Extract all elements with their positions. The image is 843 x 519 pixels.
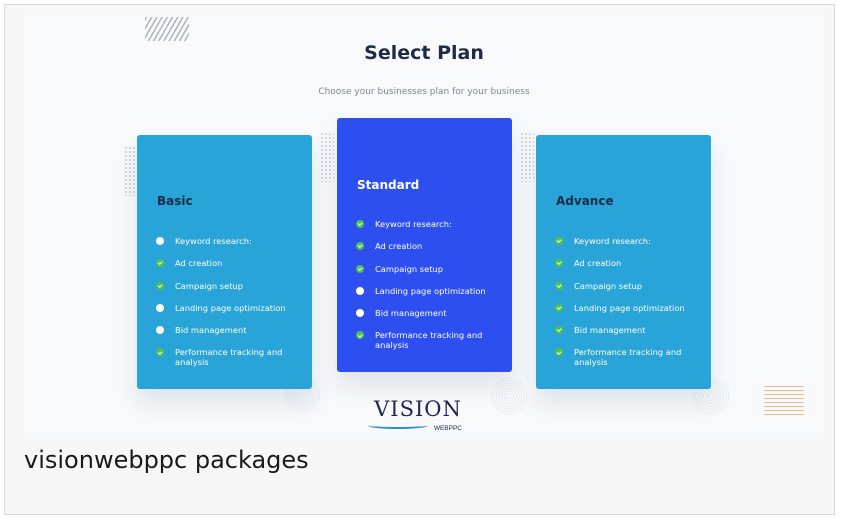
feature-item: Landing page optimization [356, 286, 502, 308]
feature-label: Performance tracking and analysis [375, 330, 483, 351]
dot-grid-decoration [124, 146, 138, 196]
feature-label: Ad creation [175, 258, 223, 269]
feature-item: Campaign setup [356, 264, 502, 286]
feature-label: Keyword research: [574, 236, 651, 246]
vision-logo: VISION WEBPPC [366, 396, 470, 436]
feature-item: Ad creation [555, 258, 701, 280]
check-icon [156, 281, 164, 290]
image-caption: visionwebppc packages [24, 446, 309, 474]
feature-item: Ad creation [156, 258, 302, 280]
feature-item: Campaign setup [156, 281, 302, 303]
plan-name: Advance [556, 194, 614, 208]
plans-banner-image: Select Plan Choose your businesses plan … [24, 14, 824, 438]
plan-card-basic: Basic Keyword research: Ad creation Campai… [137, 135, 312, 389]
feature-label: Landing page optimization [175, 302, 286, 313]
plan-card-advance: Advance Keyword research: Ad creation Camp… [536, 135, 711, 389]
check-icon [356, 220, 364, 228]
check-icon [156, 259, 164, 268]
feature-label: Landing page optimization [574, 302, 685, 313]
feature-item: Performance tracking and analysis [555, 347, 701, 369]
feature-item: Keyword research: [356, 219, 502, 241]
feature-label: Bid management [574, 325, 646, 336]
dot-icon [156, 237, 164, 245]
feature-item: Ad creation [356, 241, 502, 263]
check-icon [156, 348, 164, 357]
feature-item: Keyword research: [555, 236, 701, 258]
feature-label: Keyword research: [375, 219, 452, 229]
feature-item: Bid management [555, 325, 701, 347]
dot-icon [356, 309, 364, 318]
feature-label: Performance tracking and analysis [574, 347, 682, 368]
dot-icon [156, 326, 164, 335]
feature-item: Landing page optimization [555, 303, 701, 325]
dot-grid-decoration [520, 132, 534, 182]
wave-decoration [764, 383, 804, 417]
feature-label: Bid management [375, 308, 447, 319]
check-icon [356, 331, 364, 340]
feature-item: Bid management [356, 308, 502, 330]
page-title: Select Plan [364, 42, 484, 64]
feature-item: Keyword research: [156, 236, 302, 258]
check-icon [555, 303, 563, 312]
plan-name: Basic [157, 194, 193, 208]
check-icon [555, 259, 563, 268]
dot-grid-decoration [320, 132, 334, 182]
feature-list: Keyword research: Ad creation Campaign set… [356, 219, 502, 353]
check-icon [356, 264, 364, 273]
feature-label: Campaign setup [375, 263, 443, 274]
check-icon [555, 348, 563, 357]
logo-swoosh [368, 422, 428, 429]
feature-item: Performance tracking and analysis [356, 330, 502, 352]
feature-label: Campaign setup [175, 280, 243, 291]
feature-label: Campaign setup [574, 280, 642, 291]
feature-label: Bid management [175, 325, 247, 336]
ring-decoration [489, 376, 529, 416]
plan-name: Standard [357, 178, 420, 192]
hatch-decoration [145, 17, 189, 41]
feature-label: Landing page optimization [375, 285, 486, 296]
check-icon [555, 326, 563, 335]
logo-wordmark: VISION [374, 397, 462, 421]
feature-label: Ad creation [375, 241, 423, 252]
page-subtitle: Choose your businesses plan for your bus… [318, 87, 530, 97]
feature-label: Performance tracking and analysis [175, 347, 283, 368]
check-icon [555, 281, 563, 290]
feature-item: Bid management [156, 325, 302, 347]
dot-icon [356, 286, 364, 295]
feature-item: Campaign setup [555, 281, 701, 303]
plan-card-standard: Standard Keyword research: Ad creation Cam… [337, 118, 512, 372]
feature-item: Performance tracking and analysis [156, 347, 302, 369]
feature-list: Keyword research: Ad creation Campaign set… [156, 236, 302, 370]
feature-list: Keyword research: Ad creation Campaign set… [555, 236, 701, 370]
feature-item: Landing page optimization [156, 303, 302, 325]
feature-label: Keyword research: [175, 236, 252, 246]
logo-subtext: WEBPPC [433, 425, 462, 432]
dot-icon [156, 303, 164, 312]
feature-label: Ad creation [574, 258, 622, 269]
check-icon [555, 237, 563, 245]
check-icon [356, 242, 364, 251]
